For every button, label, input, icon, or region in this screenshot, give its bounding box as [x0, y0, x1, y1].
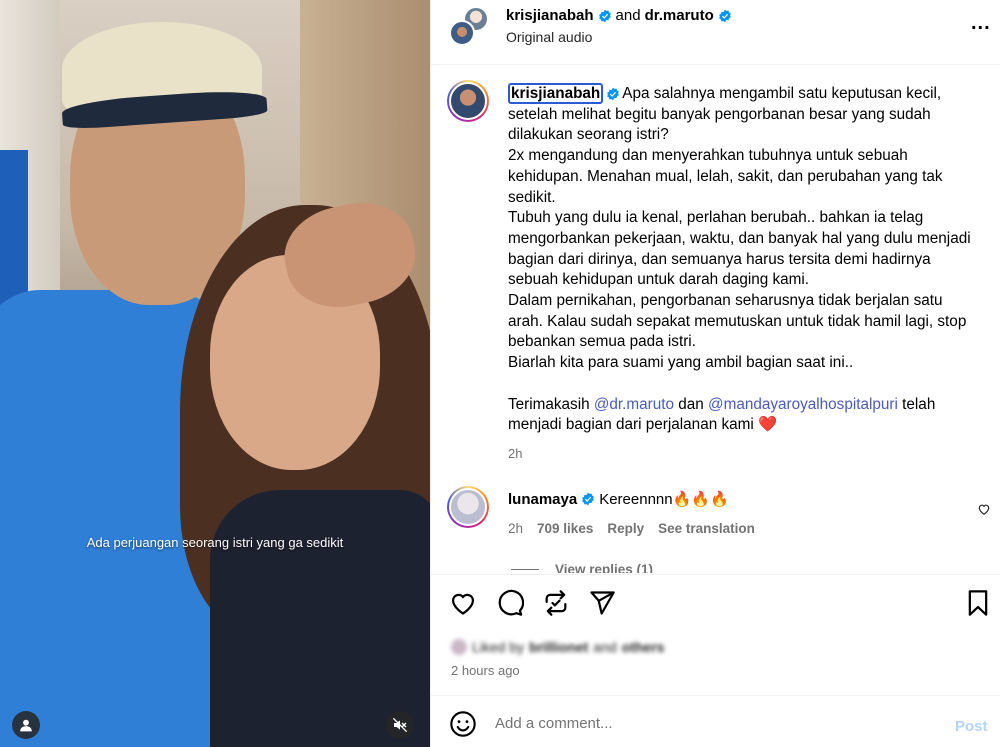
comments-section[interactable]: krisjianabah Apa salahnya mengambil satu … — [431, 66, 1000, 573]
save-button[interactable] — [964, 589, 992, 617]
action-bar — [431, 574, 1000, 634]
comment-text: Kereennnn🔥🔥🔥 — [599, 491, 729, 508]
liked-by-others[interactable]: others — [622, 639, 665, 655]
repost-button[interactable] — [542, 589, 570, 617]
caption-timestamp[interactable]: 2h — [508, 446, 522, 461]
avatar — [451, 639, 467, 655]
verified-icon — [718, 9, 731, 22]
reply-button[interactable]: Reply — [607, 521, 644, 536]
author-username[interactable]: krisjianabah — [506, 7, 594, 24]
heart-icon[interactable] — [977, 502, 991, 516]
user-icon — [20, 719, 32, 732]
mention-link[interactable]: @mandayaroyalhospitalpuri — [708, 396, 898, 413]
caption-paragraph: Dalam pernikahan, pengorbanan seharusnya… — [508, 292, 967, 351]
view-replies-button[interactable]: View replies (1) — [511, 562, 653, 573]
avatar — [449, 20, 475, 46]
collab-avatars[interactable] — [449, 6, 493, 50]
liked-by-mid: and — [593, 639, 617, 655]
caption-paragraph: Biarlah kita para suami yang ambil bagia… — [508, 354, 854, 372]
verified-icon — [607, 87, 620, 101]
smiley-icon — [450, 711, 476, 737]
caption-thanks: Terimakasih @dr.maruto dan @mandayaroyal… — [508, 395, 978, 436]
thanks-mid: dan — [678, 395, 704, 413]
audio-link[interactable]: Original audio — [506, 29, 592, 45]
video-caption: Ada perjuangan seorang istri yang ga sed… — [86, 535, 344, 550]
comment-meta: 2h 709 likes Reply See translation — [508, 521, 755, 536]
thanks-prefix: Terimakasih — [508, 395, 590, 413]
background-artwork — [0, 150, 28, 310]
commenter-username[interactable]: lunamaya — [508, 491, 577, 508]
caption-paragraph: 2x mengandung dan menyerahkan tubuhnya u… — [508, 147, 943, 206]
comment-time[interactable]: 2h — [508, 521, 523, 536]
divider — [511, 569, 539, 570]
post-comment-button[interactable]: Post — [955, 718, 988, 735]
reel-video[interactable]: Ada perjuangan seorang istri yang ga sed… — [0, 0, 430, 747]
bookmark-icon — [968, 590, 988, 616]
share-button[interactable] — [588, 589, 616, 617]
repost-icon — [545, 590, 567, 616]
post-header: krisjianabah and dr.maruto Original audi… — [431, 0, 1000, 65]
tagged-users-button[interactable] — [12, 711, 40, 739]
header-authors: krisjianabah and dr.maruto — [506, 7, 732, 24]
share-icon — [590, 591, 615, 615]
comment-icon — [498, 589, 525, 616]
post-caption: krisjianabah Apa salahnya mengambil satu … — [508, 83, 978, 436]
caption-username[interactable]: krisjianabah — [508, 83, 604, 104]
liked-by-user[interactable]: brillionet — [529, 639, 588, 655]
commenter-avatar[interactable] — [447, 486, 489, 528]
more-horizontal-icon: ... — [971, 12, 991, 34]
post-panel: krisjianabah and dr.maruto Original audi… — [430, 0, 1000, 747]
comment-body: lunamaya Kereennnn🔥🔥🔥 — [508, 490, 729, 509]
muted-speaker-icon — [392, 717, 408, 733]
see-translation-button[interactable]: See translation — [658, 521, 755, 536]
emoji-button[interactable] — [449, 710, 477, 738]
post-timestamp[interactable]: 2 hours ago — [451, 663, 520, 678]
verified-icon — [582, 492, 595, 506]
header-joiner: and — [615, 7, 641, 24]
heart-emoji: ❤️ — [758, 416, 778, 434]
liked-by-prefix: Liked by — [472, 639, 525, 655]
more-options-button[interactable]: ... — [971, 12, 991, 35]
woman-shirt — [210, 490, 430, 747]
mute-toggle-button[interactable] — [386, 711, 414, 739]
view-replies-label: View replies (1) — [555, 562, 654, 573]
mention-link[interactable]: @dr.maruto — [594, 396, 674, 413]
comment-button[interactable] — [496, 589, 525, 617]
like-button[interactable] — [449, 589, 477, 617]
caption-paragraph: Tubuh yang dulu ia kenal, perlahan berub… — [508, 209, 971, 289]
heart-icon — [451, 593, 475, 615]
comment-composer: Post — [431, 695, 1000, 747]
comment-likes[interactable]: 709 likes — [537, 521, 593, 536]
comment-input[interactable] — [495, 708, 925, 738]
collaborator-username[interactable]: dr.maruto — [645, 7, 714, 24]
verified-icon — [598, 9, 611, 22]
author-avatar[interactable] — [447, 80, 489, 122]
liked-by-line[interactable]: Liked by brillionet and others — [451, 639, 664, 655]
